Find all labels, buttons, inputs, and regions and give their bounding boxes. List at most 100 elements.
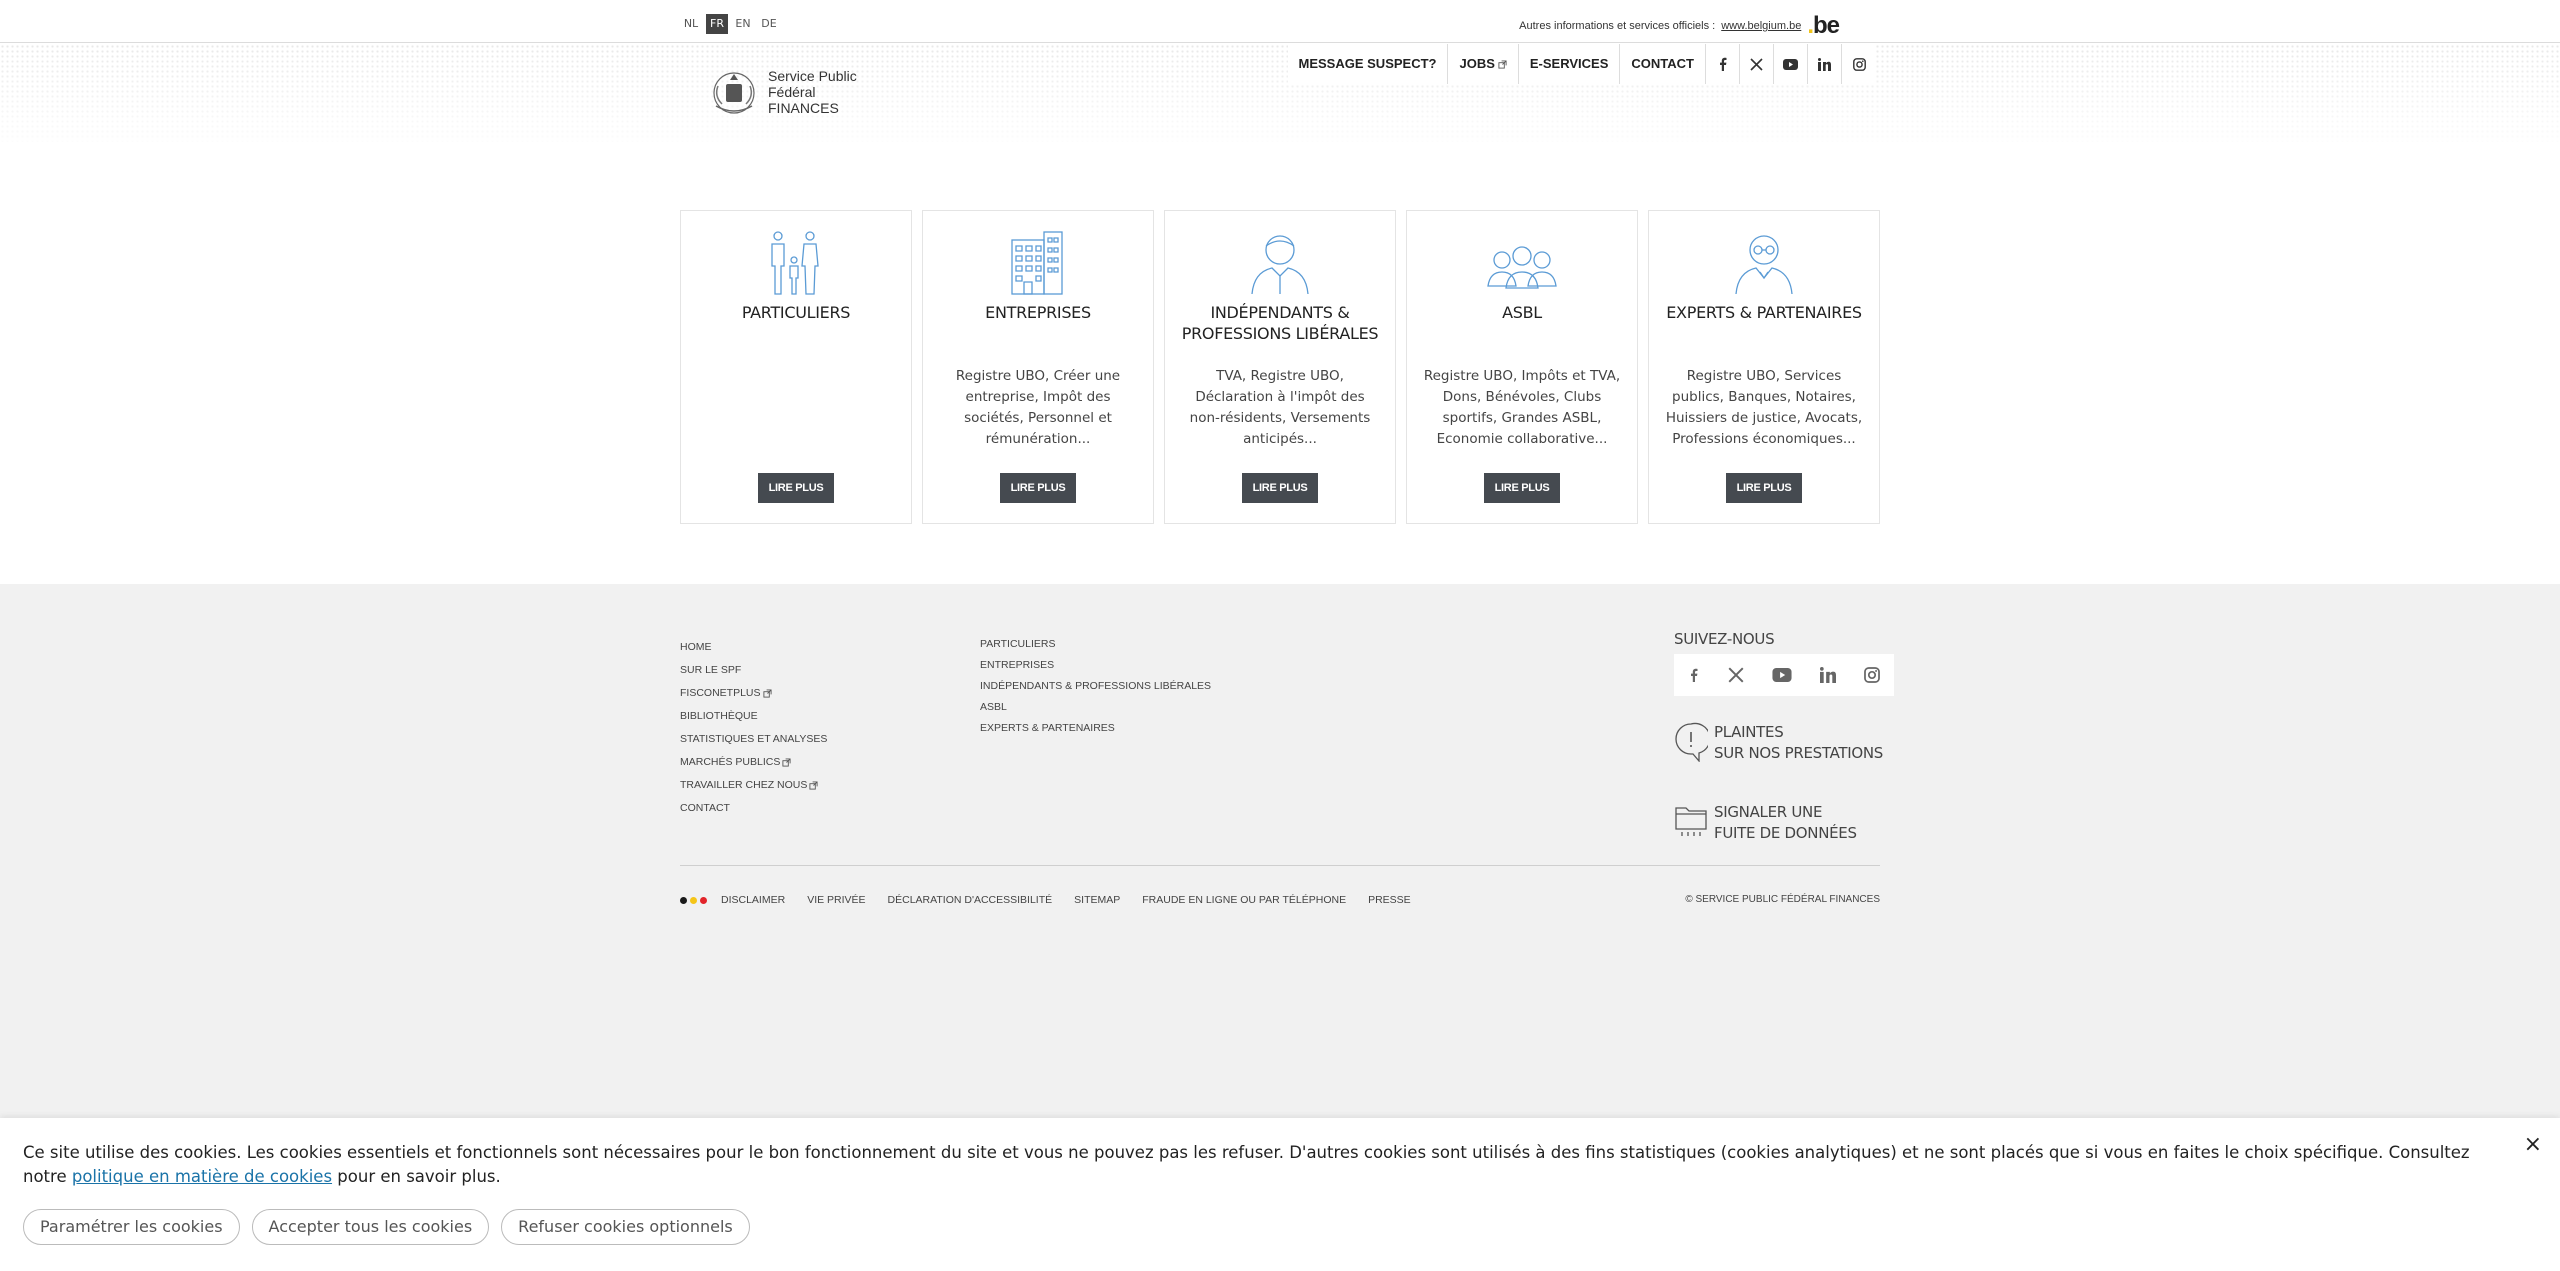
- read-more-button[interactable]: LIRE PLUS: [1484, 473, 1560, 503]
- cookie-text-end: pour en savoir plus.: [332, 1167, 501, 1186]
- legal-press[interactable]: PRESSE: [1368, 894, 1411, 906]
- footer-link-statistiques[interactable]: STATISTIQUES ET ANALYSES: [680, 728, 827, 751]
- data-leak-link[interactable]: SIGNALER UNE FUITE DE DONNÉES: [1674, 802, 1857, 844]
- legal-fraud[interactable]: FRAUDE EN LIGNE OU PAR TÉLÉPHONE: [1142, 894, 1346, 906]
- accept-all-cookies-button[interactable]: Accepter tous les cookies: [251, 1209, 490, 1245]
- footer-link-fisconetplus[interactable]: FISCONETPLUS: [680, 682, 827, 705]
- cookie-message: Ce site utilise des cookies. Les cookies…: [23, 1141, 2503, 1189]
- footer-link-asbl[interactable]: ASBL: [980, 697, 1211, 718]
- nav-jobs[interactable]: JOBS: [1448, 44, 1519, 84]
- card-experts[interactable]: EXPERTS & PARTENAIRES Registre UBO, Serv…: [1648, 210, 1880, 524]
- flag-dot-black: [680, 896, 687, 904]
- card-title: INDÉPENDANTS & PROFESSIONS LIBÉRALES: [1181, 303, 1379, 343]
- link-label: STATISTIQUES ET ANALYSES: [680, 733, 828, 745]
- family-icon: [771, 231, 819, 295]
- footer-link-travailler[interactable]: TRAVAILLER CHEZ NOUS: [680, 774, 827, 797]
- be-logo[interactable]: .be: [1807, 14, 1840, 38]
- external-link-icon: [762, 689, 772, 698]
- footer-link-marches-publics[interactable]: MARCHÉS PUBLICS: [680, 751, 827, 774]
- legal-privacy[interactable]: VIE PRIVÉE: [807, 894, 865, 906]
- youtube-icon[interactable]: [1774, 44, 1808, 84]
- card-description: Registre UBO, Créer une entreprise, Impô…: [955, 368, 1121, 447]
- footer-link-experts[interactable]: EXPERTS & PARTENAIRES: [980, 718, 1211, 739]
- brand-logo[interactable]: Service Public Fédéral FINANCES: [708, 66, 857, 118]
- flag-dot-yellow: [690, 896, 697, 904]
- close-icon[interactable]: ×: [2524, 1132, 2542, 1157]
- facebook-icon[interactable]: [1706, 44, 1740, 84]
- link-label: BIBLIOTHÈQUE: [680, 710, 758, 722]
- cookie-policy-link[interactable]: politique en matière de cookies: [72, 1167, 332, 1186]
- nav-label: MESSAGE SUSPECT?: [1298, 56, 1437, 71]
- folder-leak-icon: [1675, 807, 1707, 836]
- footer-social-icons: [1674, 654, 1894, 696]
- card-particuliers[interactable]: PARTICULIERS LIRE PLUS: [680, 210, 912, 524]
- card-title: ENTREPRISES: [985, 303, 1091, 322]
- footer-link-independants[interactable]: INDÉPENDANTS & PROFESSIONS LIBÉRALES: [980, 676, 1211, 697]
- x-icon[interactable]: [1740, 44, 1774, 84]
- footer-link-entreprises[interactable]: ENTREPRISES: [980, 655, 1211, 676]
- person-icon: [1251, 235, 1309, 295]
- header-social: [1706, 44, 1876, 84]
- lang-en[interactable]: EN: [732, 14, 754, 34]
- legal-disclaimer[interactable]: DISCLAIMER: [721, 894, 785, 906]
- complaints-text: PLAINTES SUR NOS PRESTATIONS: [1714, 722, 1883, 764]
- top-bar: NL FR EN DE Autres informations et servi…: [0, 0, 2560, 43]
- link-label: CONTACT: [680, 802, 730, 814]
- nav-label: CONTACT: [1631, 56, 1694, 71]
- linkedin-icon[interactable]: [1820, 667, 1836, 683]
- footer-link-home[interactable]: HOME: [680, 636, 827, 659]
- cookie-buttons: Paramétrer les cookies Accepter tous les…: [23, 1209, 750, 1245]
- data-leak-text: SIGNALER UNE FUITE DE DONNÉES: [1714, 802, 1857, 844]
- cookie-settings-button[interactable]: Paramétrer les cookies: [23, 1209, 240, 1245]
- site-footer: HOME SUR LE SPF FISCONETPLUS BIBLIOTHÈQU…: [0, 584, 2560, 1124]
- nav-message-suspect[interactable]: MESSAGE SUSPECT?: [1288, 44, 1449, 84]
- card-independants[interactable]: INDÉPENDANTS & PROFESSIONS LIBÉRALES TVA…: [1164, 210, 1396, 524]
- lang-fr[interactable]: FR: [706, 14, 728, 34]
- official-text: Autres informations et services officiel…: [1519, 20, 1716, 32]
- complaints-link[interactable]: PLAINTES SUR NOS PRESTATIONS: [1674, 722, 1883, 764]
- brand-line3: FINANCES: [768, 100, 839, 116]
- external-link-icon: [1498, 59, 1507, 69]
- belgium-link[interactable]: www.belgium.be: [1721, 20, 1801, 32]
- read-more-button[interactable]: LIRE PLUS: [1726, 473, 1802, 503]
- site-header: Service Public Fédéral FINANCES MESSAGE …: [0, 44, 2560, 142]
- external-link-icon: [809, 781, 818, 790]
- refuse-optional-cookies-button[interactable]: Refuser cookies optionnels: [501, 1209, 750, 1245]
- belgian-crest-icon: [713, 72, 755, 114]
- card-description: Registre UBO, Services publics, Banques,…: [1665, 368, 1863, 447]
- facebook-icon[interactable]: [1688, 666, 1700, 684]
- youtube-icon[interactable]: [1772, 668, 1792, 682]
- read-more-button[interactable]: LIRE PLUS: [1242, 473, 1318, 503]
- nav-contact[interactable]: CONTACT: [1620, 44, 1706, 84]
- instagram-icon[interactable]: [1864, 667, 1880, 683]
- instagram-icon[interactable]: [1842, 44, 1876, 84]
- footer-links-audiences: PARTICULIERS ENTREPRISES INDÉPENDANTS & …: [980, 634, 1211, 739]
- footer-link-contact[interactable]: CONTACT: [680, 797, 827, 820]
- complaints-line2: SUR NOS PRESTATIONS: [1714, 744, 1884, 762]
- brand-line2: Fédéral: [768, 84, 816, 100]
- x-icon[interactable]: [1728, 667, 1744, 683]
- leak-line2: FUITE DE DONNÉES: [1714, 824, 1857, 842]
- read-more-button[interactable]: LIRE PLUS: [758, 473, 834, 503]
- linkedin-icon[interactable]: [1808, 44, 1842, 84]
- card-title: PARTICULIERS: [741, 303, 851, 322]
- card-title: ASBL: [1502, 303, 1542, 322]
- speech-bubble-icon: [1675, 722, 1708, 762]
- complaints-line1: PLAINTES: [1714, 723, 1784, 741]
- lang-de[interactable]: DE: [758, 14, 780, 34]
- read-more-button[interactable]: LIRE PLUS: [1000, 473, 1076, 503]
- card-asbl[interactable]: ASBL Registre UBO, Impôts et TVA, Dons, …: [1406, 210, 1638, 524]
- legal-sitemap[interactable]: SITEMAP: [1074, 894, 1120, 906]
- lang-nl[interactable]: NL: [680, 14, 702, 34]
- legal-accessibility[interactable]: DÉCLARATION D'ACCESSIBILITÉ: [888, 894, 1053, 906]
- link-label: HOME: [680, 641, 712, 653]
- brand-text: Service Public Fédéral FINANCES: [768, 68, 857, 116]
- nav-e-services[interactable]: E-SERVICES: [1519, 44, 1621, 84]
- footer-link-sur-le-spf[interactable]: SUR LE SPF: [680, 659, 827, 682]
- card-title: EXPERTS & PARTENAIRES: [1666, 303, 1862, 322]
- card-entreprises[interactable]: ENTREPRISES Registre UBO, Créer une entr…: [922, 210, 1154, 524]
- footer-divider: [680, 865, 1880, 866]
- footer-link-bibliotheque[interactable]: BIBLIOTHÈQUE: [680, 705, 827, 728]
- footer-link-particuliers[interactable]: PARTICULIERS: [980, 634, 1211, 655]
- nav-label: E-SERVICES: [1529, 56, 1609, 71]
